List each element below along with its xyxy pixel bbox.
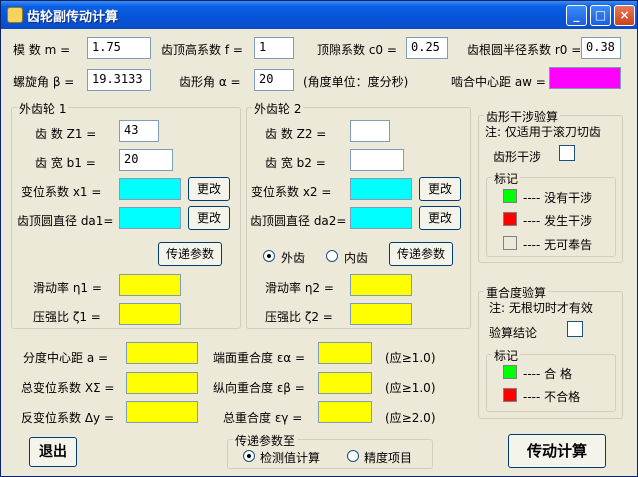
gear1-teeth-label: 齿 数 Z1 =: [35, 127, 97, 141]
overlap-conclusion-label: 验算结论: [489, 326, 538, 340]
minimize-button[interactable]: _: [566, 5, 587, 26]
gear1-tip-dia-label: 齿顶圆直径 da1=: [17, 214, 114, 228]
gear1-pressure-ratio-field: [119, 303, 181, 325]
total-overlap-label: 总重合度 εγ =: [223, 411, 303, 425]
gear2-external-radio[interactable]: [263, 250, 275, 262]
interference-check-label: 齿形干涉: [493, 150, 542, 164]
gear2-tip-dia-field[interactable]: [350, 207, 412, 229]
gear1-tip-dia-change-button[interactable]: 更改: [188, 206, 230, 230]
gear1-tip-dia-field[interactable]: [119, 207, 181, 229]
total-overlap-req: (应≥2.0): [385, 411, 436, 425]
interference-note: 注: 仅适用于滚刀切齿: [485, 125, 601, 139]
gear1-legend: 外齿轮 1: [17, 100, 69, 117]
transfer-option1-label: 检测值计算: [260, 451, 321, 465]
exit-button[interactable]: 退出: [29, 437, 77, 467]
face-overlap-req: (应≥1.0): [385, 351, 436, 365]
inverse-shift-label: 反变位系数 Δy =: [21, 411, 114, 425]
interference-mark-legend: 标记: [492, 170, 521, 187]
gear1-width-input[interactable]: 20: [119, 149, 173, 171]
gear2-legend: 外齿轮 2: [252, 100, 304, 117]
main-window: 齿轮副传动计算 _ □ × 模 数 m = 1.75 齿顶高系数 f = 1 顶…: [0, 0, 638, 477]
no-interference-swatch: [503, 189, 517, 203]
gear2-pass-params-button[interactable]: 传递参数: [389, 242, 453, 266]
gear1-shift-change-button[interactable]: 更改: [188, 177, 230, 201]
center-distance-field[interactable]: [549, 67, 621, 89]
transfer-legend: 传递参数至: [233, 432, 298, 449]
no-info-swatch: [503, 236, 517, 250]
gear1-shift-label: 变位系数 x1 =: [21, 185, 102, 199]
gear2-shift-label: 变位系数 x2 =: [251, 185, 332, 199]
overlap-conclusion-checkbox[interactable]: [567, 321, 583, 337]
addendum-coef-input[interactable]: 1: [254, 37, 294, 59]
ref-center-distance-field: [126, 342, 198, 364]
inverse-shift-field: [126, 401, 198, 423]
module-input[interactable]: 1.75: [87, 37, 151, 59]
overlap-note: 注: 无根切时才有效: [489, 301, 593, 315]
addendum-coef-label: 齿顶高系数 f =: [161, 43, 243, 57]
fail-label: ---- 不合格: [523, 390, 581, 404]
clearance-coef-label: 顶隙系数 c0 =: [317, 43, 397, 57]
center-distance-label: 啮合中心距 aw =: [451, 75, 546, 89]
face-overlap-field: [318, 342, 372, 364]
gear1-slide-ratio-field: [119, 274, 181, 296]
maximize-button[interactable]: □: [590, 5, 611, 26]
total-shift-label: 总变位系数 XΣ =: [21, 381, 115, 395]
gear2-pressure-ratio-label: 压强比 ζ2 =: [265, 310, 333, 324]
calculate-button[interactable]: 传动计算: [508, 434, 606, 468]
total-overlap-field: [318, 401, 372, 423]
axial-overlap-label: 纵向重合度 εβ =: [213, 381, 305, 395]
transfer-option2-radio[interactable]: [347, 450, 359, 462]
face-overlap-label: 端面重合度 εα =: [213, 351, 306, 365]
angle-unit-note: (角度单位：度分秒): [303, 75, 409, 89]
interference-swatch: [503, 212, 517, 226]
title-bar: 齿轮副传动计算 _ □ ×: [1, 1, 637, 29]
interference-label: ---- 发生干涉: [523, 214, 593, 228]
gear2-tip-dia-label: 齿顶圆直径 da2=: [250, 214, 347, 228]
gear1-width-label: 齿 宽 b1 =: [35, 156, 96, 170]
transfer-option2-label: 精度项目: [364, 451, 413, 465]
helix-angle-input[interactable]: 19.3133: [87, 69, 151, 91]
root-radius-coef-input[interactable]: 0.38: [581, 37, 621, 59]
gear1-slide-ratio-label: 滑动率 η1 =: [33, 281, 102, 295]
gear2-internal-radio[interactable]: [326, 250, 338, 262]
pass-swatch: [503, 365, 517, 379]
gear2-shift-field[interactable]: [350, 178, 412, 200]
gear1-pass-params-button[interactable]: 传递参数: [158, 242, 222, 266]
gear2-internal-label: 内齿: [344, 251, 369, 265]
gear1-shift-field[interactable]: [119, 178, 181, 200]
gear2-width-label: 齿 宽 b2 =: [265, 156, 326, 170]
transfer-option1-radio[interactable]: [243, 450, 255, 462]
gear2-external-label: 外齿: [281, 251, 306, 265]
profile-angle-input[interactable]: 20: [254, 69, 294, 91]
pass-label: ---- 合 格: [523, 367, 572, 381]
gear2-teeth-label: 齿 数 Z2 =: [265, 127, 327, 141]
gear2-pressure-ratio-field: [350, 303, 412, 325]
gear2-tip-dia-change-button[interactable]: 更改: [419, 206, 461, 230]
fail-swatch: [503, 388, 517, 402]
profile-angle-label: 齿形角 α =: [179, 75, 241, 89]
ref-center-distance-label: 分度中心距 a =: [23, 351, 109, 365]
root-radius-coef-label: 齿根圆半径系数 r0 =: [467, 43, 582, 57]
no-interference-label: ---- 没有干涉: [523, 191, 593, 205]
axial-overlap-req: (应≥1.0): [385, 381, 436, 395]
window-title: 齿轮副传动计算: [27, 10, 119, 25]
gear2-width-input[interactable]: [350, 149, 404, 171]
gear2-slide-ratio-label: 滑动率 η2 =: [265, 281, 334, 295]
close-button[interactable]: ×: [614, 5, 635, 26]
gear1-teeth-input[interactable]: 43: [119, 120, 159, 142]
gear2-shift-change-button[interactable]: 更改: [419, 177, 461, 201]
total-shift-field: [126, 372, 198, 394]
overlap-mark-legend: 标记: [492, 347, 521, 364]
clearance-coef-input[interactable]: 0.25: [406, 37, 448, 59]
helix-angle-label: 螺旋角 β =: [13, 75, 75, 89]
module-label: 模 数 m =: [13, 43, 71, 57]
gear2-slide-ratio-field: [350, 274, 412, 296]
gear2-teeth-input[interactable]: [350, 120, 390, 142]
no-info-label: ---- 无可奉告: [523, 238, 593, 252]
gear1-pressure-ratio-label: 压强比 ζ1 =: [33, 310, 101, 324]
app-icon: [7, 7, 23, 23]
axial-overlap-field: [318, 372, 372, 394]
interference-checkbox[interactable]: [559, 145, 575, 161]
